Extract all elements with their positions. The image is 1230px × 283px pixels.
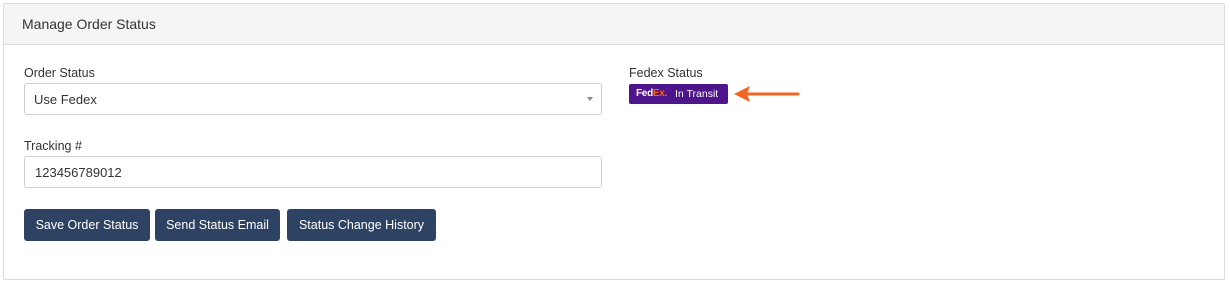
fedex-status-badge: FedEx. In Transit: [629, 84, 728, 104]
fedex-logo-icon: FedEx.: [636, 88, 668, 99]
order-status-selected-value: Use Fedex: [34, 92, 97, 107]
chevron-down-icon: [587, 97, 593, 101]
panel-header: Manage Order Status: [4, 4, 1224, 45]
fedex-status-text: In Transit: [675, 87, 719, 100]
fedex-status-label: Fedex Status: [629, 66, 703, 80]
save-order-status-button[interactable]: Save Order Status: [24, 209, 150, 241]
order-status-select[interactable]: Use Fedex: [24, 83, 602, 115]
tracking-number-input[interactable]: [24, 156, 602, 188]
status-change-history-button[interactable]: Status Change History: [287, 209, 436, 241]
tracking-label: Tracking #: [24, 139, 82, 153]
arrow-left-icon: [734, 86, 800, 102]
manage-order-status-panel: Manage Order Status Order Status Use Fed…: [3, 3, 1225, 280]
panel-title: Manage Order Status: [22, 16, 156, 32]
send-status-email-button[interactable]: Send Status Email: [155, 209, 280, 241]
order-status-label: Order Status: [24, 66, 95, 80]
